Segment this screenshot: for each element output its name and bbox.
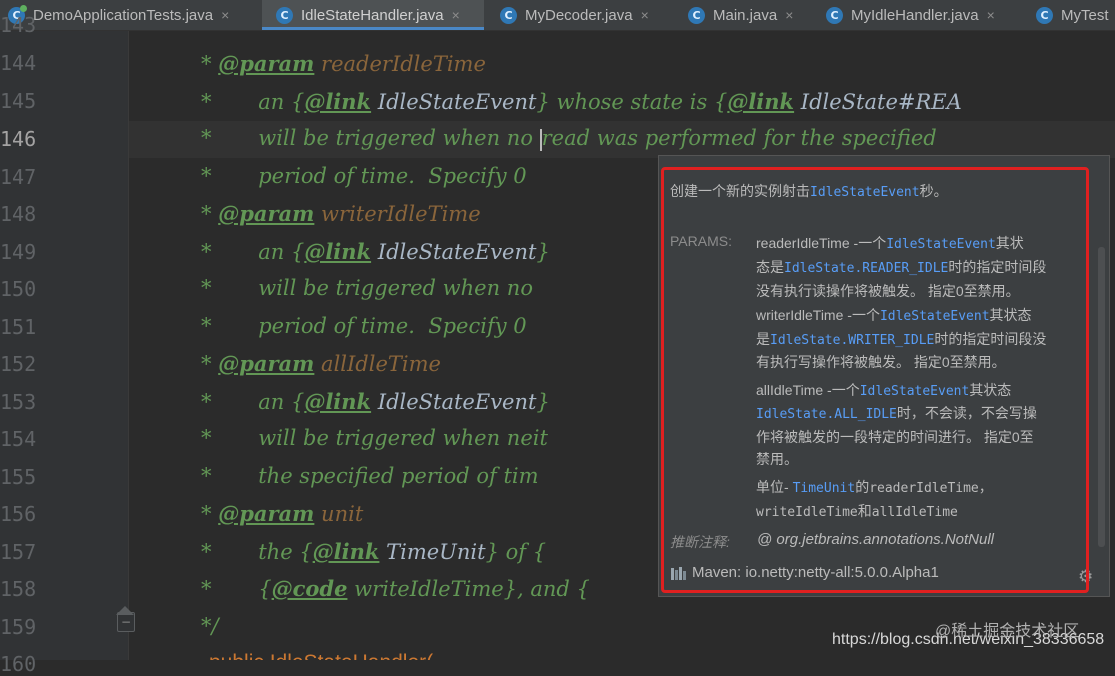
line-number-gutter: 143 144 145 146 147 148 149 150 151 152 … bbox=[0, 13, 129, 676]
close-icon[interactable]: × bbox=[221, 7, 229, 23]
java-class-icon: C bbox=[1036, 6, 1053, 24]
tab-label: IdleStateHandler.java bbox=[301, 6, 444, 24]
code-line: public IdleStateHandler( bbox=[209, 651, 433, 660]
code-line-current: * will be triggered when no read was per… bbox=[201, 126, 937, 151]
watermark-cn: @稀土掘金技术社区 bbox=[935, 623, 1080, 640]
line-number: 150 bbox=[0, 277, 37, 301]
line-number: 148 bbox=[0, 202, 37, 226]
code-line: * {@code writeIdleTime}, and { bbox=[201, 576, 590, 601]
code-line: * @param unit bbox=[201, 501, 364, 526]
highlight-annotation-box bbox=[661, 167, 1089, 593]
java-class-icon: C bbox=[500, 6, 517, 24]
tab-label: MyDecoder.java bbox=[525, 6, 633, 24]
line-number: 159 bbox=[0, 615, 37, 639]
code-line: * period of time. Specify 0 bbox=[201, 314, 527, 338]
line-number: 154 bbox=[0, 427, 37, 451]
code-line: * will be triggered when no bbox=[201, 276, 533, 300]
close-icon[interactable]: × bbox=[641, 7, 649, 23]
line-number: 155 bbox=[0, 465, 37, 489]
line-number-current: 146 bbox=[0, 127, 37, 151]
java-class-icon: C bbox=[826, 6, 843, 24]
close-icon[interactable]: × bbox=[987, 7, 995, 23]
java-class-icon: C bbox=[276, 6, 293, 24]
editor-tab-bar: C DemoApplicationTests.java × C IdleStat… bbox=[0, 0, 1115, 31]
java-class-icon: C bbox=[688, 6, 705, 24]
close-icon[interactable]: × bbox=[452, 7, 460, 23]
line-number: 158 bbox=[0, 577, 37, 601]
line-number: 149 bbox=[0, 240, 37, 264]
code-line: * @param readerIdleTime bbox=[201, 51, 486, 76]
tab-label: MyTest bbox=[1061, 6, 1109, 24]
line-number: 151 bbox=[0, 315, 37, 339]
tab-my-test[interactable]: C MyTest bbox=[1036, 0, 1115, 30]
line-number: 145 bbox=[0, 89, 37, 113]
code-line: */ bbox=[201, 614, 219, 638]
code-line: * the specified period of tim bbox=[201, 464, 539, 488]
close-icon[interactable]: × bbox=[785, 7, 793, 23]
tab-label: MyIdleHandler.java bbox=[851, 6, 979, 24]
code-line: * @param writerIdleTime bbox=[201, 201, 481, 226]
tab-main[interactable]: C Main.java × bbox=[688, 0, 813, 30]
line-number: 160 bbox=[0, 652, 37, 676]
line-number: 144 bbox=[0, 51, 37, 75]
line-number: 156 bbox=[0, 502, 37, 526]
tab-my-decoder[interactable]: C MyDecoder.java × bbox=[500, 0, 670, 30]
popup-scrollbar[interactable] bbox=[1098, 247, 1105, 547]
code-line: * will be triggered when neit bbox=[201, 426, 548, 450]
line-number: 152 bbox=[0, 352, 37, 376]
line-number: 143 bbox=[0, 13, 37, 37]
line-number: 153 bbox=[0, 390, 37, 414]
code-line: * @param allIdleTime bbox=[201, 351, 441, 376]
code-line: * an {@link IdleStateEvent} whose state … bbox=[201, 89, 962, 114]
code-line: * period of time. Specify 0 bbox=[201, 164, 527, 188]
tab-my-idle-handler[interactable]: C MyIdleHandler.java × bbox=[826, 0, 1021, 30]
code-line: * an {@link IdleStateEvent} bbox=[201, 389, 550, 414]
line-number: 157 bbox=[0, 540, 37, 564]
tab-label: DemoApplicationTests.java bbox=[33, 6, 214, 24]
code-line: * the {@link TimeUnit} of { bbox=[201, 539, 547, 564]
line-number: 147 bbox=[0, 165, 37, 189]
tab-demo-application-tests[interactable]: C DemoApplicationTests.java × bbox=[8, 0, 258, 30]
code-line: * an {@link IdleStateEvent} bbox=[201, 239, 550, 264]
tab-idle-state-handler[interactable]: C IdleStateHandler.java × bbox=[262, 0, 484, 30]
tab-label: Main.java bbox=[713, 6, 778, 24]
code-line: * bbox=[201, 31, 212, 39]
